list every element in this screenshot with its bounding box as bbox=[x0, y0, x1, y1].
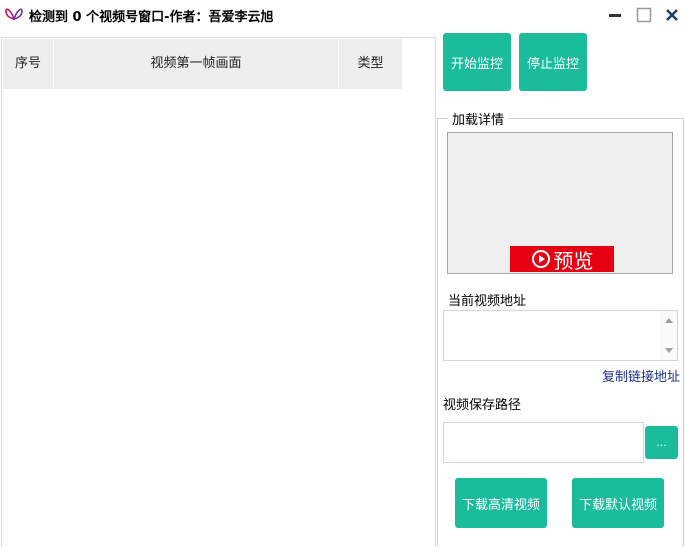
close-icon bbox=[666, 9, 678, 21]
preview-button[interactable]: 预览 bbox=[510, 246, 614, 273]
start-monitor-button[interactable]: 开始监控 bbox=[443, 33, 511, 91]
maximize-icon bbox=[636, 7, 652, 23]
url-scrollbar[interactable] bbox=[660, 311, 677, 360]
video-list-table[interactable]: 序号 视频第一帧画面 类型 bbox=[1, 37, 436, 547]
download-default-button[interactable]: 下载默认视频 bbox=[572, 478, 664, 528]
butterfly-logo-icon bbox=[5, 8, 23, 21]
maximize-button[interactable] bbox=[633, 4, 655, 26]
table-header: 序号 视频第一帧画面 类型 bbox=[3, 39, 402, 89]
title-bar: 检测到 0 个视频号窗口-作者：吾爱李云旭 bbox=[0, 0, 685, 30]
preview-label: 预览 bbox=[553, 248, 594, 273]
minimize-icon bbox=[609, 14, 621, 17]
browse-folder-button[interactable]: ... bbox=[645, 426, 678, 459]
stop-monitor-button[interactable]: 停止监控 bbox=[519, 33, 587, 91]
load-details-title: 加载详情 bbox=[448, 109, 509, 128]
minimize-button[interactable] bbox=[604, 4, 626, 26]
scroll-down-icon[interactable] bbox=[665, 348, 673, 353]
column-header-first-frame[interactable]: 视频第一帧画面 bbox=[54, 39, 339, 89]
scroll-up-icon[interactable] bbox=[665, 318, 673, 323]
play-circle-icon bbox=[531, 250, 550, 268]
close-button[interactable] bbox=[661, 4, 683, 26]
save-path-input[interactable] bbox=[443, 422, 644, 463]
column-header-type[interactable]: 类型 bbox=[339, 39, 402, 89]
current-url-label: 当前视频地址 bbox=[448, 294, 527, 309]
copy-link-button[interactable]: 复制链接地址 bbox=[602, 366, 680, 385]
window-title: 检测到 0 个视频号窗口-作者：吾爱李云旭 bbox=[29, 10, 274, 25]
current-url-textarea[interactable] bbox=[443, 310, 678, 361]
column-header-index[interactable]: 序号 bbox=[3, 39, 54, 89]
save-path-label: 视频保存路径 bbox=[443, 398, 522, 413]
download-hd-button[interactable]: 下载高清视频 bbox=[455, 478, 547, 528]
